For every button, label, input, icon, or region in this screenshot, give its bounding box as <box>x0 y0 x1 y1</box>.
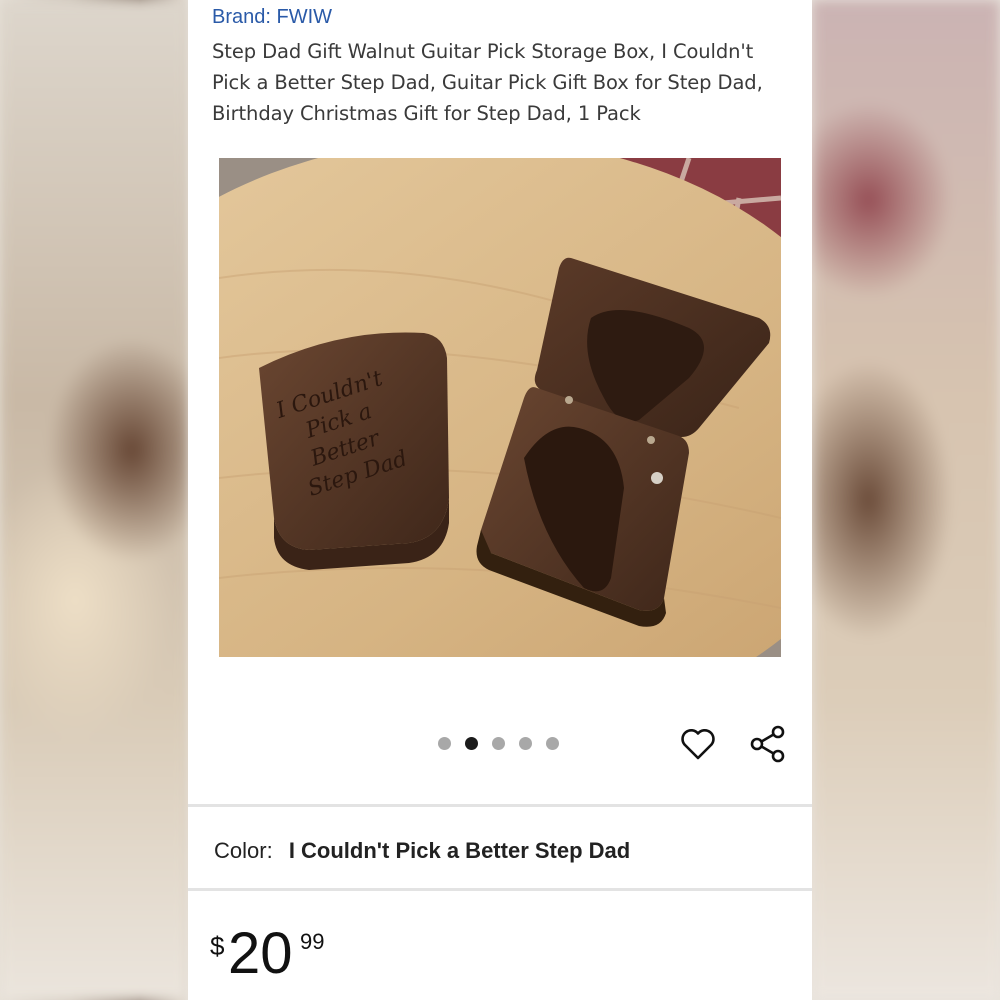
carousel-dot-3[interactable] <box>492 737 505 750</box>
share-button[interactable] <box>746 722 790 766</box>
brand-link[interactable]: Brand: FWIW <box>212 6 332 29</box>
carousel-dot-4[interactable] <box>519 737 532 750</box>
price-cents: 99 <box>300 929 325 954</box>
product-title: Step Dad Gift Walnut Guitar Pick Storage… <box>212 40 763 125</box>
color-label: Color: <box>214 838 273 863</box>
share-icon <box>750 725 785 763</box>
carousel-dot-5[interactable] <box>546 737 559 750</box>
carousel-dot-2[interactable] <box>465 737 478 750</box>
heart-icon <box>681 729 715 760</box>
closed-box-illustration: I Couldn't Pick a Better Step Dad <box>259 332 449 570</box>
color-value: I Couldn't Pick a Better Step Dad <box>288 838 631 863</box>
color-selector[interactable]: Color: I Couldn't Pick a Better Step Dad <box>214 838 630 864</box>
price-dollars: 20 <box>228 921 293 986</box>
blurred-backdrop-right <box>812 0 1000 1000</box>
blurred-backdrop-left <box>0 0 188 1000</box>
product-image[interactable]: I Couldn't Pick a Better Step Dad <box>219 158 781 657</box>
carousel-dot-1[interactable] <box>438 737 451 750</box>
price-currency: $ <box>210 931 225 961</box>
favorite-button[interactable] <box>676 722 720 766</box>
image-carousel-dots <box>438 737 559 751</box>
section-divider <box>188 804 812 807</box>
section-divider <box>188 888 812 891</box>
product-card: Brand: FWIW Step Dad Gift Walnut Guitar … <box>188 0 812 1000</box>
